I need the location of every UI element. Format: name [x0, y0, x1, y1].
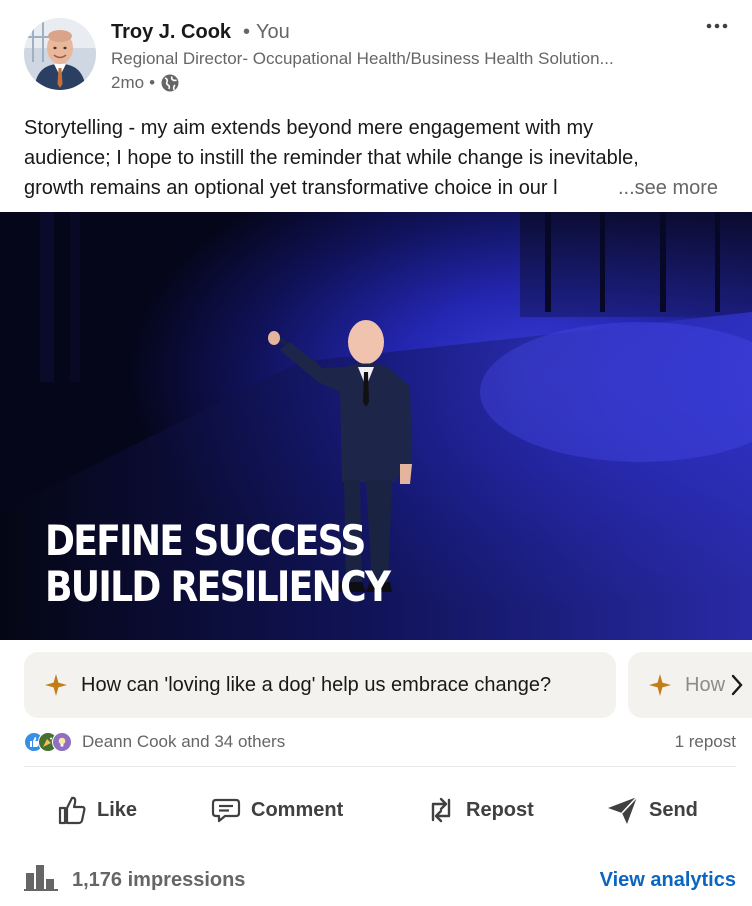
author-name[interactable]: Troy J. Cook [111, 19, 231, 45]
bar-chart-icon [24, 863, 58, 897]
like-label: Like [97, 798, 138, 821]
post-text-line: Storytelling - my aim extends beyond mer… [24, 117, 594, 139]
repost-label: Repost [466, 798, 534, 821]
post-time: 2mo [111, 73, 145, 92]
insightful-reaction-icon [52, 732, 72, 752]
meta-dot: • [149, 73, 156, 92]
sparkle-icon [44, 673, 68, 697]
view-analytics-link[interactable]: View analytics [600, 869, 736, 892]
send-icon [606, 794, 640, 826]
thumbs-up-icon [56, 794, 88, 826]
post-text-line: audience; I hope to instill the reminder… [24, 147, 639, 169]
post-header: Troy J. Cook • You Regional Director- Occ… [0, 0, 752, 106]
image-overlay-line2: BUILD RESILIENCY [45, 562, 391, 611]
social-counts: Deann Cook and 34 others 1 repost [24, 728, 736, 756]
divider [24, 766, 736, 767]
repost-icon [425, 794, 457, 826]
post-text-line-truncated: growth remains an optional yet transform… [24, 173, 734, 203]
more-options-icon[interactable] [700, 14, 734, 38]
author-headline: Regional Director- Occupational Health/B… [111, 49, 614, 68]
author-relation-label: You [256, 21, 290, 43]
impressions-count: 1,176 impressions [72, 868, 246, 891]
globe-icon [160, 73, 180, 93]
post-text: Storytelling - my aim extends beyond mer… [24, 113, 734, 203]
suggested-question-label: How can 'loving like a dog' help us embr… [81, 673, 552, 696]
reaction-icons[interactable] [24, 732, 72, 752]
sparkle-icon [648, 673, 672, 697]
author-relation: • You [243, 21, 290, 43]
chevron-right-icon[interactable] [727, 670, 747, 700]
post-text-line: growth remains an optional yet transform… [24, 177, 558, 199]
send-button[interactable]: Send [606, 788, 698, 832]
suggested-question-label: How [685, 673, 726, 696]
comment-label: Comment [251, 798, 344, 821]
avatar-photo [24, 18, 96, 90]
post-timestamp: 2mo • [111, 71, 180, 95]
comment-icon [210, 794, 242, 826]
action-bar: Like Comment Repost Send [0, 780, 752, 838]
comment-button[interactable]: Comment [210, 788, 343, 832]
send-label: Send [649, 798, 698, 821]
analytics-bar: 1,176 impressions View analytics [24, 862, 736, 898]
image-overlay-line1: DEFINE SUCCESS [45, 516, 366, 565]
avatar[interactable] [24, 18, 96, 90]
suggested-question-chip[interactable]: How can 'loving like a dog' help us embr… [24, 652, 616, 718]
impressions: 1,176 impressions [24, 863, 245, 897]
reactors-text[interactable]: Deann Cook and 34 others [82, 732, 285, 752]
post-image[interactable]: DEFINE SUCCESS BUILD RESILIENCY [0, 212, 752, 640]
like-button[interactable]: Like [56, 788, 137, 832]
suggested-questions: How can 'loving like a dog' help us embr… [0, 652, 752, 718]
repost-count[interactable]: 1 repost [675, 732, 736, 752]
repost-button[interactable]: Repost [425, 788, 534, 832]
see-more-link[interactable]: ...see more [618, 173, 718, 203]
